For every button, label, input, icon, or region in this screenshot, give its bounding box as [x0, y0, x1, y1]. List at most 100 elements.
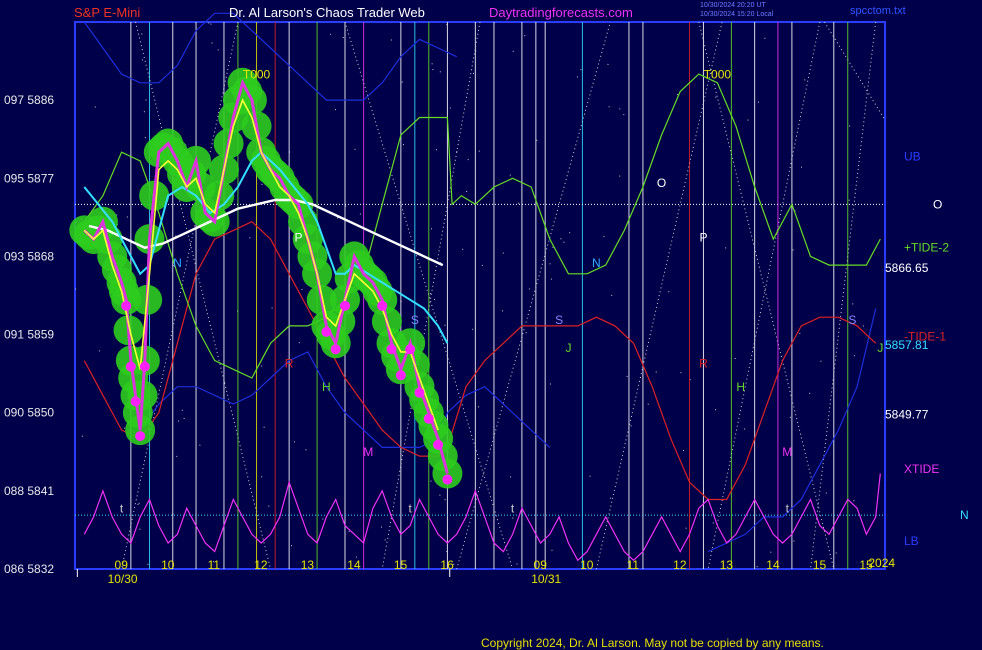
star-dot [144, 137, 146, 139]
star-dot [381, 526, 382, 528]
right-side-label: O [933, 197, 942, 211]
star-dot [98, 350, 100, 352]
x-tick-label: 14 [347, 558, 361, 572]
y-tick-label: 090 5850 [4, 406, 54, 420]
chart-marker-label: N [173, 256, 182, 270]
chart-marker-label: S [555, 313, 563, 327]
star-dot [550, 383, 551, 385]
star-dot [390, 39, 392, 41]
right-side-label: 5866.65 [885, 261, 929, 275]
star-dot [354, 148, 356, 150]
price-bands [69, 67, 463, 489]
price-dot [340, 300, 350, 311]
star-dot [680, 372, 682, 374]
star-dot [359, 213, 361, 215]
star-dot [449, 107, 451, 109]
star-dot [569, 232, 571, 234]
star-dot [481, 264, 483, 266]
star-dot [516, 563, 518, 565]
star-dot [862, 325, 864, 327]
chart-marker-label: O [657, 176, 666, 190]
chart-marker-label: H [322, 380, 331, 394]
star-dot [502, 252, 504, 254]
star-dot [512, 517, 514, 519]
y-tick-label: 095 5877 [4, 171, 54, 185]
star-dot [764, 37, 766, 39]
chart-marker-label: H [736, 380, 745, 394]
x-tick-label: 14 [766, 558, 780, 572]
star-dot [430, 293, 431, 295]
star-dot [853, 355, 855, 357]
x-tick-label: 10 [580, 558, 594, 572]
price-dot [386, 344, 397, 355]
star-dot [825, 492, 827, 494]
star-dot [853, 500, 855, 502]
y-tick-label: 093 5868 [4, 249, 54, 263]
right-side-label: 5849.77 [885, 408, 929, 422]
chart-marker-label: M [782, 445, 792, 459]
price-dot [433, 439, 444, 450]
star-dot [124, 427, 126, 429]
x-tick-label: 16 [440, 558, 454, 572]
chart-marker-label: P [699, 231, 707, 245]
x-tick-label: 11 [208, 558, 221, 572]
star-dot [348, 530, 350, 532]
price-dot [121, 300, 132, 311]
star-dot [211, 42, 213, 44]
star-dot [431, 228, 432, 230]
star-dot [623, 114, 625, 116]
star-dot [183, 418, 185, 419]
price-dot [330, 344, 341, 355]
star-dot [576, 76, 578, 78]
star-dot [439, 71, 441, 73]
star-dot [525, 332, 527, 334]
star-dot [809, 392, 811, 394]
star-dot [294, 441, 295, 443]
x-tick-label: 11 [627, 558, 640, 572]
star-dot [551, 549, 553, 551]
chart-marker-label: T000 [243, 67, 271, 81]
chart-marker-label: R [285, 357, 294, 371]
date-label: 10/30 [108, 572, 138, 586]
star-dot [609, 497, 611, 499]
star-dot [685, 527, 687, 529]
chart-marker-label: P [294, 231, 302, 245]
star-dot [512, 50, 514, 52]
x-tick-label: 15 [394, 558, 408, 572]
right-side-label: LB [904, 534, 919, 548]
chart-marker-label: t [120, 502, 124, 516]
star-dot [524, 35, 526, 37]
x-tick-label: 15 [813, 558, 827, 572]
chart-marker-label: t [511, 502, 515, 516]
star-dot [401, 81, 403, 83]
x-tick-label: 13 [720, 558, 734, 572]
star-dot [145, 99, 147, 101]
star-dot [147, 563, 149, 565]
star-dot [473, 72, 474, 74]
star-dot [549, 263, 551, 265]
chart-marker-label: t [786, 502, 790, 516]
star-dot [436, 149, 437, 151]
star-dot [758, 101, 759, 103]
star-dot [630, 425, 632, 427]
star-dot [725, 247, 727, 249]
star-dot [528, 288, 530, 290]
x-tick-label: 12 [673, 558, 687, 572]
right-side-label: XTIDE [904, 462, 939, 476]
chart-marker-label: J [877, 341, 883, 355]
star-dot [801, 166, 802, 168]
chart-marker-label: J [565, 341, 571, 355]
star-dot [301, 289, 303, 291]
star-dot [792, 249, 794, 251]
right-side-label: N [960, 508, 969, 522]
star-dot [431, 63, 433, 65]
star-dot [848, 199, 850, 201]
star-dot [466, 191, 468, 192]
star-dot [94, 106, 96, 108]
star-dot [744, 428, 746, 430]
starfield [75, 22, 864, 568]
chaos-chart: 097 5886 095 5877 093 5868 091 5859 090 5850… [4, 12, 969, 586]
site-url[interactable]: Daytradingforecasts.com [489, 5, 633, 20]
star-dot [434, 299, 435, 300]
star-dot [337, 217, 339, 219]
